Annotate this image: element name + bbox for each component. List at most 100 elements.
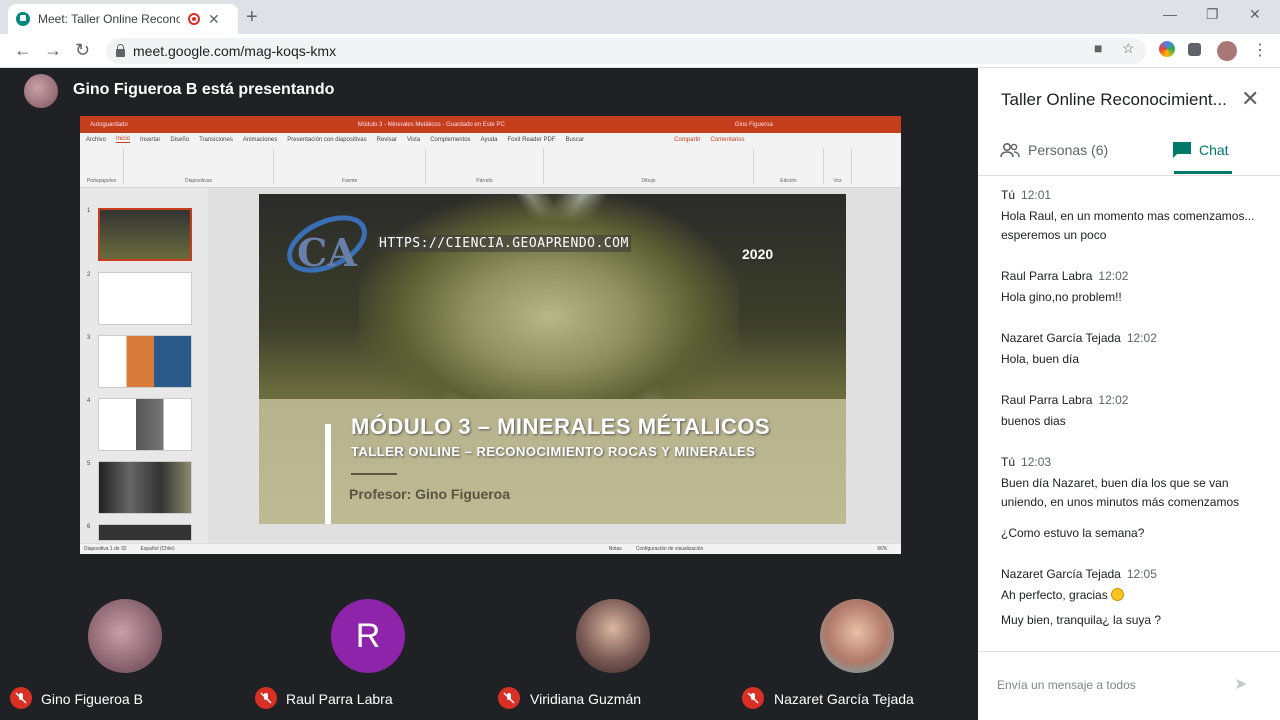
- slide-thumbnail: [98, 461, 192, 514]
- ppt-ribbon-tabs: Archivo Inicio Insertar Diseño Transicio…: [80, 133, 901, 146]
- thumb-number: 1: [87, 208, 91, 214]
- ppt-tab: Ayuda: [480, 136, 498, 143]
- status-zoom: 66%: [877, 546, 888, 552]
- slide-subheading: TALLER ONLINE – RECONOCIMIENTO ROCAS Y M…: [351, 444, 756, 459]
- ppt-user: Gino Figueroa: [734, 121, 773, 128]
- slide-thumbnails: 1 2 3 4 5 6: [80, 188, 208, 543]
- slide-editor-area: CA HTTPS://CIENCIA.GEOAPRENDO.COM 2020 M…: [208, 188, 901, 543]
- ppt-tab: Buscar: [565, 136, 585, 143]
- meeting-side-panel: Taller Online Reconocimient... ✕ Persona…: [978, 68, 1280, 720]
- chat-messages: Tú 12:01 Hola Raul, en un momento mas com…: [1001, 188, 1271, 654]
- profile-avatar[interactable]: [1217, 41, 1237, 61]
- ppt-share: Compartir: [674, 136, 701, 143]
- restore-icon[interactable]: ❐: [1206, 6, 1219, 23]
- ppt-tab: Insertar: [140, 136, 161, 143]
- msg-text: Muy bien, tranquila¿ la suya ?: [1001, 613, 1162, 627]
- mic-off-icon: [10, 687, 32, 709]
- chat-message: Tú 12:03 Buen día Nazaret, buen día los q…: [1001, 455, 1271, 543]
- camera-icon[interactable]: ■: [1094, 40, 1102, 56]
- ppt-tab: Vista: [406, 136, 421, 143]
- msg-sender: Nazaret García Tejada: [1001, 331, 1121, 345]
- participant-name: Viridiana Guzmán: [530, 691, 642, 707]
- chat-compose-input[interactable]: Envía un mensaje a todos: [997, 678, 1136, 692]
- status-language: Español (Chile): [140, 546, 175, 552]
- menu-kebab-icon[interactable]: ⋮: [1252, 40, 1268, 60]
- new-tab-button[interactable]: +: [246, 6, 258, 29]
- forward-icon[interactable]: →: [44, 40, 62, 61]
- logo-text: CA: [297, 230, 357, 275]
- mineral-photo: [359, 194, 739, 399]
- ppt-doc-title: Módulo 3 - Minerales Metálicos - Guardad…: [357, 121, 505, 128]
- msg-sender: Tú: [1001, 455, 1016, 469]
- ppt-ribbon: Portapapeles Diapositivas Fuente Párrafo…: [80, 146, 901, 188]
- ribbon-group: Edición: [754, 148, 824, 184]
- chat-message: Raul Parra Labra 12:02 Hola gino,no probl…: [1001, 269, 1271, 307]
- thumb-number: 6: [87, 524, 91, 530]
- ppt-tab: Revisar: [376, 136, 397, 143]
- address-bar[interactable]: meet.google.com/mag-koqs-kmx: [106, 38, 1146, 64]
- extensions-puzzle-icon[interactable]: [1188, 43, 1201, 56]
- msg-text: Hola, buen día: [1001, 352, 1080, 366]
- ppt-title-bar: Autoguardado Módulo 3 - Minerales Metáli…: [80, 116, 901, 133]
- thumb-number: 5: [87, 461, 91, 467]
- msg-time: 12:02: [1098, 269, 1129, 283]
- msg-sender: Raul Parra Labra: [1001, 393, 1093, 407]
- chat-message: Nazaret García Tejada 12:02 Hola, buen dí…: [1001, 331, 1271, 369]
- send-icon[interactable]: ➤: [1234, 674, 1247, 694]
- slide-heading: MÓDULO 3 – MINERALES MÉTALICOS: [351, 414, 771, 439]
- close-panel-icon[interactable]: ✕: [1241, 86, 1259, 112]
- meet-favicon-icon: [16, 12, 30, 26]
- tab-people[interactable]: Personas (6): [1000, 142, 1108, 158]
- ppt-status-bar: Diapositiva 1 de 32 Español (Chile) Nota…: [80, 543, 901, 554]
- slide-thumbnail: [98, 398, 192, 451]
- msg-text: Ah perfecto, gracias: [1001, 588, 1108, 602]
- divider: [978, 175, 1280, 176]
- msg-text: Buen día Nazaret, buen día los que se va…: [1001, 476, 1240, 509]
- participant-tile[interactable]: [576, 599, 650, 673]
- participant-avatar-initial[interactable]: R: [331, 599, 405, 673]
- tab-chat[interactable]: Chat: [1173, 142, 1229, 158]
- slide-thumbnail: [98, 335, 192, 388]
- status-slide-count: Diapositiva 1 de 32: [84, 546, 127, 552]
- window-close-icon[interactable]: ✕: [1249, 6, 1261, 23]
- msg-time: 12:01: [1021, 188, 1052, 202]
- participant-name: Raul Parra Labra: [286, 691, 393, 707]
- ppt-tab: Inicio: [116, 136, 131, 143]
- browser-tab[interactable]: Meet: Taller Online Reconocimiento ✕: [8, 4, 238, 34]
- mic-off-icon: [742, 687, 764, 709]
- participant-name: Nazaret García Tejada: [774, 691, 914, 707]
- msg-text: Hola Raul, en un momento mas comenzamos.…: [1001, 209, 1255, 242]
- back-icon[interactable]: ←: [14, 40, 32, 61]
- participant-tile[interactable]: [88, 599, 162, 673]
- ppt-tab: Foxit Reader PDF: [507, 136, 556, 143]
- lock-icon: [116, 44, 125, 57]
- ribbon-group: Párrafo: [426, 148, 544, 184]
- status-notes: Notas: [608, 546, 622, 552]
- ribbon-group: Diapositivas: [124, 148, 274, 184]
- minimize-icon[interactable]: —: [1163, 6, 1177, 22]
- chat-message: Raul Parra Labra 12:02 buenos dias: [1001, 393, 1271, 431]
- mic-off-icon: [498, 687, 520, 709]
- msg-text: ¿Como estuvo la semana?: [1001, 526, 1145, 540]
- slide-accent-bar: [325, 424, 331, 524]
- participant-name: Gino Figueroa B: [41, 691, 143, 707]
- reload-icon[interactable]: ↻: [75, 40, 90, 61]
- extension-globe-icon[interactable]: [1159, 41, 1175, 57]
- ribbon-group: Fuente: [274, 148, 426, 184]
- shared-screen-powerpoint: Autoguardado Módulo 3 - Minerales Metáli…: [80, 116, 901, 554]
- slide-thumbnail: [98, 208, 192, 261]
- msg-time: 12:02: [1098, 393, 1129, 407]
- ppt-tab: Transiciones: [199, 136, 233, 143]
- chat-message: Nazaret García Tejada 12:05 Ah perfecto, …: [1001, 567, 1271, 630]
- url-text: meet.google.com/mag-koqs-kmx: [133, 43, 337, 59]
- browser-tab-strip: Meet: Taller Online Reconocimiento ✕ + —…: [0, 0, 1280, 34]
- ribbon-group: Voz: [824, 148, 852, 184]
- tab-people-label: Personas (6): [1028, 142, 1109, 158]
- bookmark-star-icon[interactable]: ☆: [1122, 40, 1135, 57]
- participant-tile[interactable]: [820, 599, 894, 673]
- ppt-tab: Archivo: [86, 136, 107, 143]
- msg-text: buenos dias: [1001, 414, 1066, 428]
- slide-rule: [351, 473, 397, 475]
- ribbon-group: Portapapeles: [80, 148, 124, 184]
- tab-close-icon[interactable]: ✕: [208, 11, 220, 28]
